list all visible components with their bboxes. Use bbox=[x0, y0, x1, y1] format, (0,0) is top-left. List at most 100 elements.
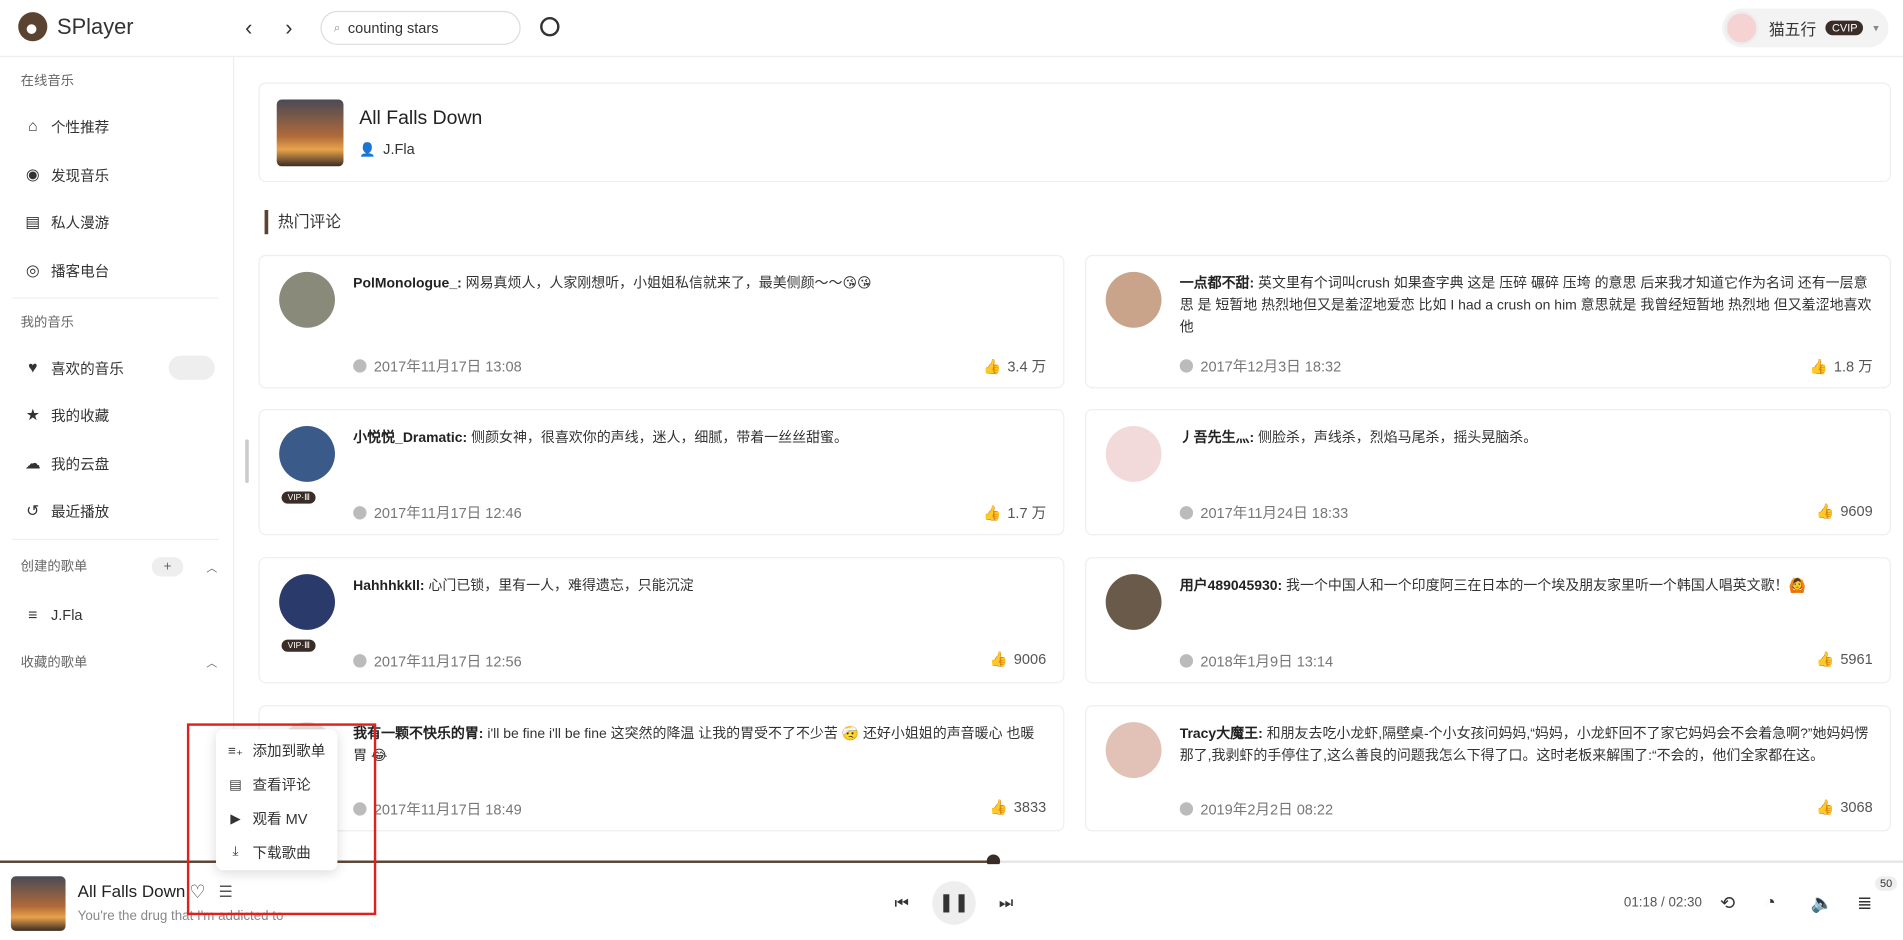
queue-icon[interactable]: ≣ bbox=[1857, 892, 1872, 914]
comment-body: 我一个中国人和一个印度阿三在日本的一个埃及朋友家里听一个韩国人唱英文歌！🙆 bbox=[1286, 578, 1806, 594]
app-logo[interactable]: SPlayer bbox=[18, 12, 134, 42]
comment-user[interactable]: 丿吾先生灬: bbox=[1180, 431, 1254, 446]
comment-body: 和朋友去吃小龙虾,隔壁桌-个小女孩问妈妈,“妈妈，小龙虾回不了家它妈妈会不会着急… bbox=[1179, 727, 1869, 764]
chevron-left-icon[interactable]: ‹ bbox=[245, 16, 252, 41]
like-button[interactable]: 👍 3.4 万 bbox=[983, 356, 1046, 377]
chevron-down-icon[interactable]: ▾ bbox=[1873, 21, 1878, 34]
volume-icon[interactable]: 🔈 bbox=[1811, 892, 1834, 914]
comment-user[interactable]: 一点都不甜: bbox=[1180, 277, 1254, 292]
sidebar-item-label: J.Fla bbox=[50, 606, 83, 624]
sidebar-item-label: 我的云盘 bbox=[50, 455, 110, 473]
sidebar-item-collection[interactable]: ★ 我的收藏 bbox=[12, 394, 216, 435]
comment-time-text: 2019年2月2日 08:22 bbox=[1200, 801, 1334, 819]
like-button[interactable]: 👍 1.7 万 bbox=[983, 502, 1046, 523]
search-icon: ⌕ bbox=[333, 21, 341, 35]
player-cover[interactable] bbox=[10, 876, 66, 931]
speed-icon[interactable]: ◔ bbox=[1765, 892, 1776, 913]
clock-icon bbox=[1179, 802, 1194, 816]
song-artist[interactable]: 👤 J.Fla bbox=[359, 141, 414, 158]
sidebar-item-discover[interactable]: ◉ 发现音乐 bbox=[12, 154, 216, 195]
sidebar-item-label: 播客电台 bbox=[50, 262, 110, 280]
next-icon[interactable]: ⏭ bbox=[999, 893, 1013, 912]
like-button[interactable]: 👍 9609 bbox=[1816, 502, 1873, 519]
avatar[interactable] bbox=[1105, 426, 1162, 482]
comment-card: 一点都不甜: 英文里有个词叫crush 如果查字典 这是 压碎 碾碎 压垮 的意… bbox=[1085, 254, 1891, 389]
clock-icon bbox=[1179, 359, 1194, 373]
chevron-right-icon[interactable]: › bbox=[285, 16, 292, 41]
thumbs-up-icon: 👍 bbox=[983, 504, 1002, 522]
sidebar-item-label: 我的收藏 bbox=[50, 407, 110, 425]
clock-icon bbox=[353, 359, 367, 373]
like-button[interactable]: 👍 3068 bbox=[1816, 799, 1873, 816]
highlight-box bbox=[186, 723, 377, 916]
previous-icon[interactable]: ⏮ bbox=[894, 893, 908, 912]
sidebar-item-podcast[interactable]: ◎ 播客电台 bbox=[12, 250, 216, 291]
like-count: 3068 bbox=[1840, 798, 1873, 816]
repeat-icon[interactable]: ⟲ bbox=[1720, 892, 1735, 914]
comment-user[interactable]: 用户489045930: bbox=[1180, 579, 1282, 594]
comment-time: 2017年11月17日 12:56 bbox=[353, 651, 522, 672]
add-playlist-button[interactable]: + bbox=[151, 557, 184, 577]
comment-text: 用户489045930: 我一个中国人和一个印度阿三在日本的一个埃及朋友家里听一… bbox=[1180, 575, 1873, 597]
like-button[interactable]: 👍 9006 bbox=[990, 651, 1047, 668]
comment-time: 2018年1月9日 13:14 bbox=[1179, 651, 1333, 672]
comment-body: 侧颜女神，很喜欢你的声线，迷人，细腻，带着一丝丝甜蜜。 bbox=[471, 430, 848, 446]
comment-user[interactable]: 小悦悦_Dramatic: bbox=[353, 431, 467, 446]
search-value: counting stars bbox=[347, 19, 439, 37]
song-cover[interactable] bbox=[276, 99, 344, 167]
pause-button[interactable]: ❚❚ bbox=[932, 881, 976, 925]
like-count: 1.7 万 bbox=[1007, 504, 1047, 522]
like-button[interactable]: 👍 3833 bbox=[990, 799, 1047, 816]
comment-user[interactable]: Hahhhkkll: bbox=[353, 579, 424, 594]
user-menu[interactable]: 猫五行 CVIP ▾ bbox=[1722, 8, 1889, 48]
sidebar-scrollbar[interactable] bbox=[245, 439, 249, 484]
like-button[interactable]: 👍 1.8 万 bbox=[1810, 356, 1873, 377]
comment-user[interactable]: Tracy大魔王: bbox=[1180, 727, 1263, 742]
comment-user[interactable]: PolMonologue_: bbox=[353, 277, 462, 292]
avatar[interactable] bbox=[279, 271, 335, 328]
heart-icon: ♥ bbox=[28, 358, 38, 377]
comment-text: 小悦悦_Dramatic: 侧颜女神，很喜欢你的声线，迷人，细腻，带着一丝丝甜蜜… bbox=[353, 427, 1046, 449]
sidebar-item-recent[interactable]: ↺ 最近播放 bbox=[12, 490, 216, 531]
comment-text: Hahhhkkll: 心门已锁，里有一人，难得遗忘，只能沉淀 bbox=[353, 575, 1046, 597]
avatar[interactable] bbox=[279, 574, 335, 630]
comment-card: 用户489045930: 我一个中国人和一个印度阿三在日本的一个埃及朋友家里听一… bbox=[1085, 557, 1891, 684]
avatar[interactable] bbox=[1725, 10, 1760, 45]
clock-icon bbox=[353, 654, 367, 668]
sidebar-section-online: 在线音乐 bbox=[20, 74, 75, 89]
comment-text: PolMonologue_: 网易真烦人，人家刚想听，小姐姐私信就来了，最美侧颜… bbox=[353, 273, 1046, 295]
comment-card: VIP·Ⅲ Hahhhkkll: 心门已锁，里有一人，难得遗忘，只能沉淀 2017年… bbox=[258, 557, 1065, 684]
sidebar-item-label: 最近播放 bbox=[50, 503, 110, 521]
thumbs-up-icon: 👍 bbox=[983, 357, 1002, 375]
search-input[interactable]: ⌕ counting stars bbox=[320, 10, 521, 45]
sidebar-item-recommend[interactable]: ⌂ 个性推荐 bbox=[12, 106, 216, 147]
avatar[interactable] bbox=[1105, 722, 1162, 778]
chevron-up-icon[interactable]: ︿ bbox=[206, 654, 217, 670]
github-icon[interactable] bbox=[540, 16, 560, 37]
sidebar-item-label: 私人漫游 bbox=[50, 214, 110, 232]
avatar[interactable] bbox=[1105, 271, 1162, 328]
sidebar-item-personal-fm[interactable]: ▤ 私人漫游 bbox=[12, 201, 216, 242]
like-button[interactable]: 👍 5961 bbox=[1816, 651, 1873, 668]
heartbeat-mode-button[interactable] bbox=[168, 355, 215, 380]
chevron-up-icon[interactable]: ︿ bbox=[206, 560, 217, 576]
sidebar-item-label: 喜欢的音乐 bbox=[50, 359, 124, 377]
comment-card: Tracy大魔王: 和朋友去吃小龙虾,隔壁桌-个小女孩问妈妈,“妈妈，小龙虾回不… bbox=[1085, 705, 1891, 832]
clock-icon bbox=[1179, 506, 1194, 520]
avatar[interactable] bbox=[279, 426, 335, 482]
avatar[interactable] bbox=[1105, 574, 1162, 630]
comment-time-text: 2017年11月17日 12:56 bbox=[373, 652, 522, 670]
comment-time: 2017年11月24日 18:33 bbox=[1179, 502, 1348, 523]
comment-time: 2019年2月2日 08:22 bbox=[1179, 799, 1334, 820]
artist-name[interactable]: J.Fla bbox=[383, 141, 415, 158]
player-title[interactable]: All Falls Down bbox=[78, 881, 186, 900]
comment-time: 2017年12月3日 18:32 bbox=[1179, 356, 1341, 377]
comment-body: 心门已锁，里有一人，难得遗忘，只能沉淀 bbox=[428, 578, 694, 594]
artist-icon: 👤 bbox=[359, 142, 376, 158]
comment-time: 2017年11月17日 18:49 bbox=[353, 799, 522, 820]
sidebar-divider bbox=[12, 538, 219, 541]
like-count: 9006 bbox=[1013, 650, 1047, 668]
sidebar-item-cloud[interactable]: ☁ 我的云盘 bbox=[12, 443, 216, 484]
sidebar-item-playlist[interactable]: ≡ J.Fla bbox=[12, 595, 216, 636]
thumbs-up-icon: 👍 bbox=[989, 798, 1008, 816]
